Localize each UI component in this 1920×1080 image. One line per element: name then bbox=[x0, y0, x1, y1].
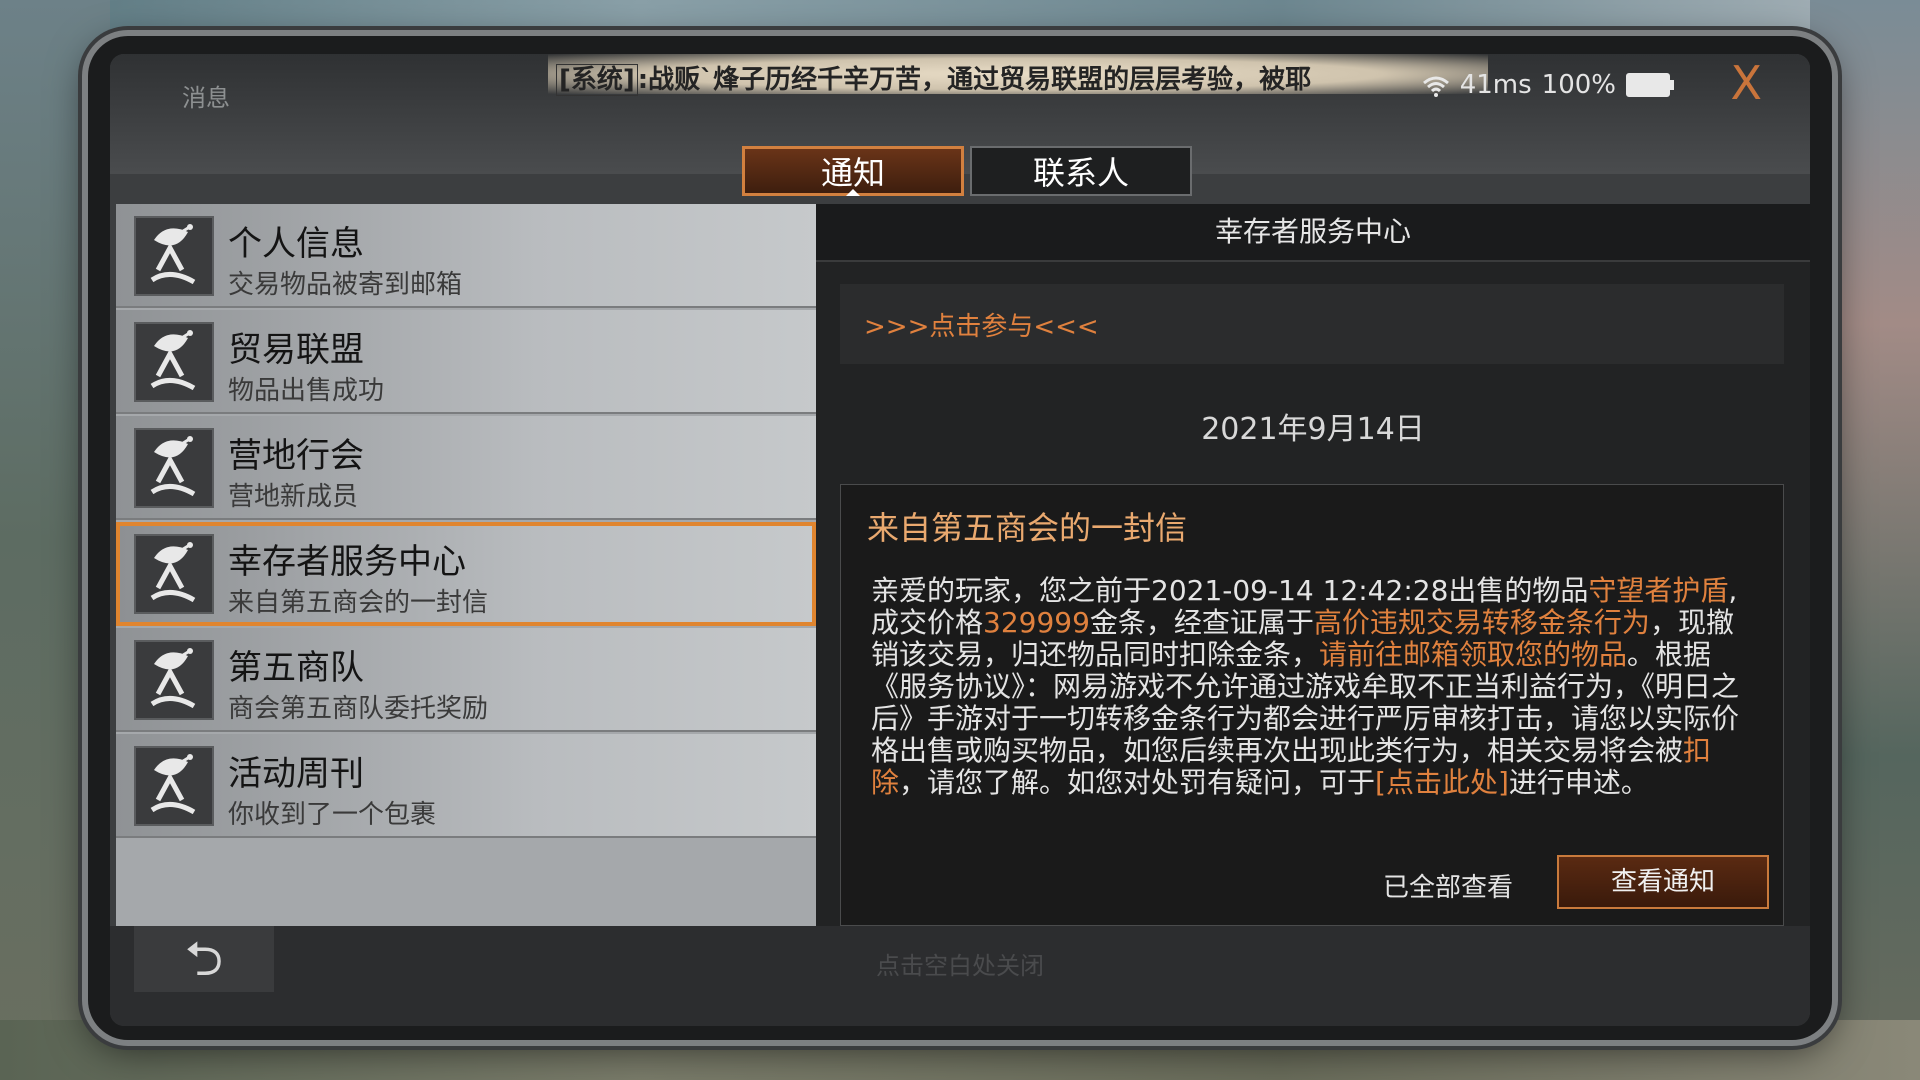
list-item-event-weekly[interactable]: 活动周刊 你收到了一个包裹 bbox=[116, 734, 816, 838]
message-detail: 幸存者服务中心 >>>点击参与<<< 2021年9月14日 来自第五商会的一封信… bbox=[816, 204, 1810, 926]
top-bar: 消息 [系统]:战贩`烽子历经千辛万苦，通过贸易联盟的层层考验，被耶 41ms … bbox=[110, 54, 1810, 196]
background-top bbox=[0, 0, 1920, 40]
join-link[interactable]: >>>点击参与<<< bbox=[864, 306, 1099, 343]
satellite-dish-icon bbox=[134, 322, 214, 402]
letter-card: 来自第五商会的一封信 亲爱的玩家，您之前于2021-09-14 12:42:28… bbox=[840, 484, 1784, 926]
list-item-title: 贸易联盟 bbox=[228, 330, 364, 370]
satellite-dish-icon bbox=[134, 640, 214, 720]
status-indicators: 41ms 100% bbox=[1422, 70, 1674, 100]
satellite-dish-icon bbox=[134, 428, 214, 508]
screen-title: 消息 bbox=[182, 84, 230, 112]
join-banner: >>>点击参与<<< bbox=[840, 284, 1784, 364]
list-item-title: 个人信息 bbox=[228, 224, 364, 264]
list-item-title: 活动周刊 bbox=[228, 754, 364, 794]
list-item-subtitle: 你收到了一个包裹 bbox=[228, 800, 437, 830]
list-item-survivor-service-center[interactable]: 幸存者服务中心 来自第五商会的一封信 bbox=[116, 522, 816, 626]
letter-text: 亲爱的玩家，您之前于2021-09-14 12:42:28出售的物品 bbox=[871, 574, 1589, 607]
back-button[interactable]: ⮌ bbox=[134, 926, 274, 992]
list-item-title: 第五商队 bbox=[228, 648, 364, 688]
close-hint[interactable]: 点击空白处关闭 bbox=[110, 946, 1810, 981]
back-arrow-icon: ⮌ bbox=[184, 931, 224, 987]
mark-all-read-button[interactable]: 已全部查看 bbox=[1383, 867, 1513, 904]
list-item-fifth-caravan[interactable]: 第五商队 商会第五商队委托奖励 bbox=[116, 628, 816, 732]
letter-body: 亲爱的玩家，您之前于2021-09-14 12:42:28出售的物品守望者护盾,… bbox=[871, 575, 1751, 799]
satellite-dish-icon bbox=[134, 534, 214, 614]
notification-list: 个人信息 交易物品被寄到邮箱 贸易联盟 物品出售成功 营地行会 营地新成员 幸存… bbox=[116, 204, 816, 926]
satellite-dish-icon bbox=[134, 216, 214, 296]
letter-text: ，请您了解。如您对处罚有疑问，可于 bbox=[899, 766, 1376, 799]
letter-text: 金条，经查证属于 bbox=[1089, 606, 1314, 639]
system-broadcast: [系统]:战贩`烽子历经千辛万苦，通过贸易联盟的层层考验，被耶 bbox=[548, 54, 1488, 96]
battery-icon bbox=[1626, 73, 1674, 97]
list-item-title: 营地行会 bbox=[228, 436, 364, 476]
wifi-icon bbox=[1422, 74, 1450, 97]
battery-readout: 100% bbox=[1541, 70, 1616, 100]
letter-highlight-violation: 高价违规交易转移金条行为 bbox=[1313, 606, 1650, 639]
list-item-title: 幸存者服务中心 bbox=[228, 542, 466, 582]
message-screen: 消息 [系统]:战贩`烽子历经千辛万苦，通过贸易联盟的层层考验，被耶 41ms … bbox=[110, 54, 1810, 1026]
letter-highlight-price: 329999 bbox=[983, 606, 1090, 639]
list-item-personal-info[interactable]: 个人信息 交易物品被寄到邮箱 bbox=[116, 204, 816, 308]
letter-highlight-mailbox: 请前往邮箱领取您的物品 bbox=[1319, 638, 1628, 671]
list-item-subtitle: 营地新成员 bbox=[228, 482, 359, 512]
letter-text: 进行申述。 bbox=[1508, 766, 1649, 799]
letter-title: 来自第五商会的一封信 bbox=[867, 509, 1188, 547]
satellite-dish-icon bbox=[134, 746, 214, 826]
list-item-subtitle: 来自第五商会的一封信 bbox=[228, 588, 489, 618]
list-item-trade-alliance[interactable]: 贸易联盟 物品出售成功 bbox=[116, 310, 816, 414]
list-item-subtitle: 商会第五商队委托奖励 bbox=[228, 694, 489, 724]
letter-highlight-item: 守望者护盾 bbox=[1588, 574, 1729, 607]
system-tag: [系统] bbox=[556, 64, 638, 96]
list-item-subtitle: 交易物品被寄到邮箱 bbox=[228, 270, 463, 300]
broadcast-message: :战贩`烽子历经千辛万苦，通过贸易联盟的层层考验，被耶 bbox=[637, 65, 1312, 95]
bottom-bar: 点击空白处关闭 ⮌ bbox=[110, 926, 1810, 1026]
detail-header: 幸存者服务中心 bbox=[816, 204, 1810, 262]
list-item-camp-guild[interactable]: 营地行会 营地新成员 bbox=[116, 416, 816, 520]
list-item-subtitle: 物品出售成功 bbox=[228, 376, 385, 406]
close-icon[interactable]: X bbox=[1730, 60, 1762, 106]
tab-contacts[interactable]: 联系人 bbox=[970, 146, 1192, 196]
tab-bar: 通知 联系人 bbox=[742, 146, 1192, 196]
view-notification-button[interactable]: 查看通知 bbox=[1557, 855, 1769, 909]
ping-readout: 41ms bbox=[1459, 70, 1532, 100]
message-date: 2021年9月14日 bbox=[1201, 412, 1425, 447]
tab-notifications[interactable]: 通知 bbox=[742, 146, 964, 196]
system-broadcast-text: [系统]:战贩`烽子历经千辛万苦，通过贸易联盟的层层考验，被耶 bbox=[556, 59, 1311, 96]
appeal-link[interactable]: [点击此处] bbox=[1375, 766, 1509, 799]
